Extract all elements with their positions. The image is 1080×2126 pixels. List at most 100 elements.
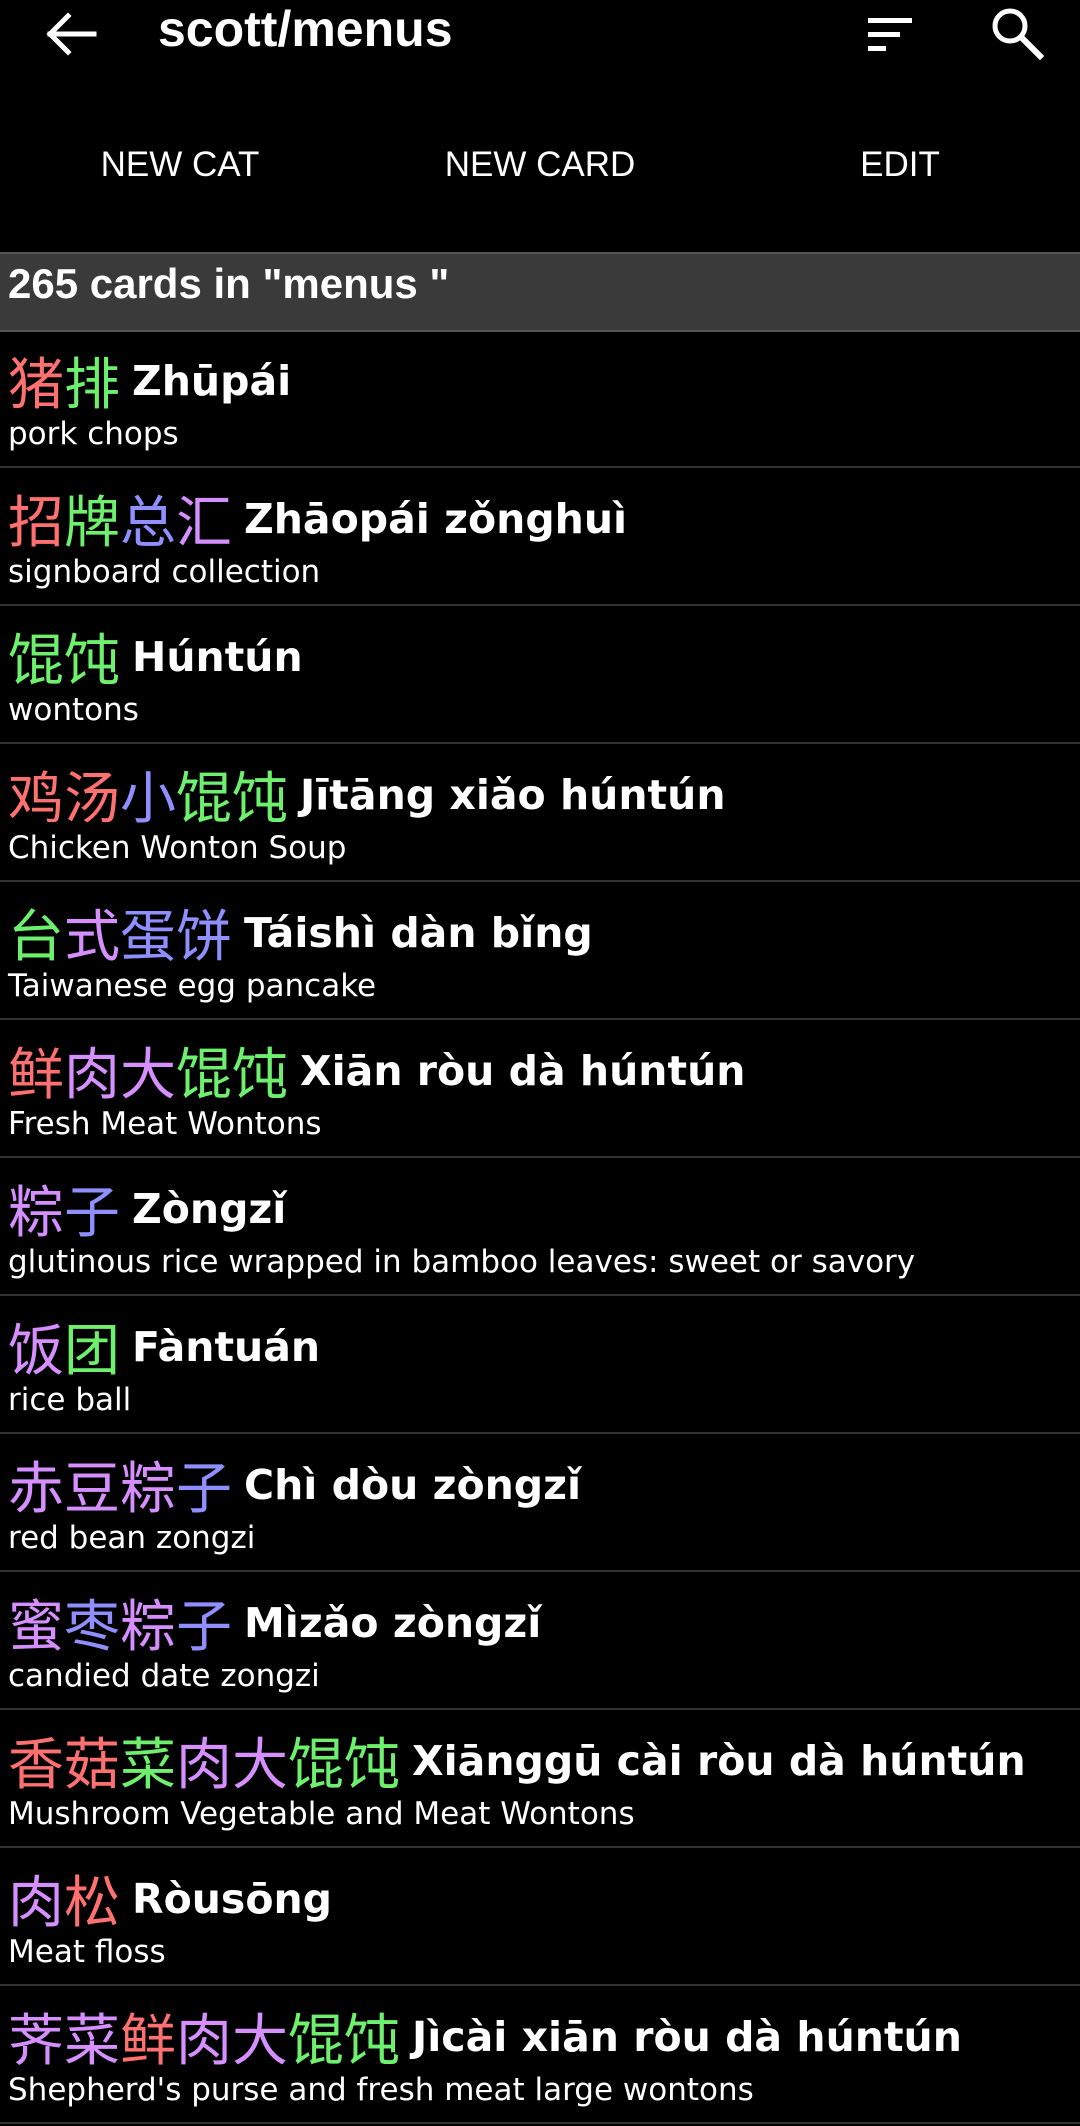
- card-headword: 鸡汤小馄饨 Jītāng xiǎo húntún: [8, 754, 726, 832]
- hanzi-character: 饨: [232, 767, 288, 832]
- hanzi-character: 馄: [176, 767, 232, 832]
- card-pinyin: Zòngzǐ: [132, 1184, 287, 1233]
- card-english: red bean zongzi: [8, 1520, 256, 1556]
- list-item[interactable]: 肉松 Ròusōng Meat floss: [0, 1848, 1080, 1986]
- list-item[interactable]: 饭团 Fàntuán rice ball: [0, 1296, 1080, 1434]
- card-pinyin: Xiān ròu dà húntún: [300, 1046, 746, 1095]
- list-item[interactable]: 馄饨 Húntún wontons: [0, 606, 1080, 744]
- hanzi-character: 饨: [344, 2009, 400, 2074]
- card-headword: 肉松 Ròusōng: [8, 1858, 333, 1936]
- hanzi-character: 粽: [8, 1181, 64, 1246]
- list-item[interactable]: 蜜枣粽子 Mìzǎo zòngzǐ candied date zongzi: [0, 1572, 1080, 1710]
- card-headword: 赤豆粽子 Chì dòu zòngzǐ: [8, 1444, 582, 1522]
- action-bar: NEW CAT NEW CARD EDIT: [0, 70, 1080, 252]
- hanzi-character: 团: [64, 1319, 120, 1384]
- card-headword: 粽子 Zòngzǐ: [8, 1168, 287, 1246]
- hanzi-character: 荠: [8, 2009, 64, 2074]
- list-item[interactable]: 台式蛋饼 Táishì dàn bǐng Taiwanese egg pancake: [0, 882, 1080, 1020]
- hanzi-character: 馄: [288, 2009, 344, 2074]
- hanzi-character: 猪: [8, 353, 64, 418]
- list-item[interactable]: 鲜肉大馄饨 Xiān ròu dà húntún Fresh Meat Wonton…: [0, 1020, 1080, 1158]
- hanzi-character: 鲜: [120, 2009, 176, 2074]
- list-item[interactable]: 招牌总汇 Zhāopái zǒnghuì signboard collection: [0, 468, 1080, 606]
- sort-button[interactable]: [858, 6, 922, 66]
- card-count-summary: 265 cards in "menus ": [8, 260, 450, 307]
- card-pinyin: Húntún: [132, 632, 303, 681]
- card-headword: 猪排 Zhūpái: [8, 340, 292, 418]
- hanzi-character: 肉: [176, 1733, 232, 1798]
- hanzi-character: 松: [64, 1871, 120, 1936]
- card-pinyin: Zhūpái: [132, 356, 292, 405]
- list-item[interactable]: 鸡汤小馄饨 Jītāng xiǎo húntún Chicken Wonton So…: [0, 744, 1080, 882]
- hanzi-character: 肉: [8, 1871, 64, 1936]
- hanzi-character: 招: [8, 491, 64, 556]
- card-english: Chicken Wonton Soup: [8, 830, 347, 866]
- sort-icon: [868, 18, 912, 51]
- hanzi-character: 枣: [64, 1595, 120, 1660]
- hanzi-character: 汇: [176, 491, 232, 556]
- search-icon: [992, 8, 1045, 61]
- hanzi-character: 饭: [8, 1319, 64, 1384]
- list-item[interactable]: 荠菜鲜肉大馄饨 Jìcài xiān ròu dà húntún Shepherd'…: [0, 1986, 1080, 2124]
- card-english: candied date zongzi: [8, 1658, 320, 1694]
- card-pinyin: Xiānggū cài ròu dà húntún: [412, 1736, 1026, 1785]
- page-title: scott/menus: [158, 1, 453, 57]
- card-headword: 饭团 Fàntuán: [8, 1306, 321, 1384]
- hanzi-character: 蜜: [8, 1595, 64, 1660]
- card-english: glutinous rice wrapped in bamboo leaves:…: [8, 1244, 916, 1280]
- hanzi-character: 鸡: [8, 767, 64, 832]
- hanzi-character: 大: [232, 1733, 288, 1798]
- list-item[interactable]: 赤豆粽子 Chì dòu zòngzǐ red bean zongzi: [0, 1434, 1080, 1572]
- back-button[interactable]: [40, 4, 104, 64]
- hanzi-character: 粽: [120, 1595, 176, 1660]
- hanzi-character: 馄: [8, 629, 64, 694]
- hanzi-character: 式: [64, 905, 120, 970]
- hanzi-character: 菜: [120, 1733, 176, 1798]
- card-pinyin: Ròusōng: [132, 1874, 333, 1923]
- card-headword: 蜜枣粽子 Mìzǎo zòngzǐ: [8, 1582, 542, 1660]
- card-headword: 荠菜鲜肉大馄饨 Jìcài xiān ròu dà húntún: [8, 1996, 962, 2074]
- list-header: 265 cards in "menus ": [0, 252, 1080, 332]
- hanzi-character: 大: [120, 1043, 176, 1108]
- list-item[interactable]: 粽子 Zòngzǐ glutinous rice wrapped in bamboo…: [0, 1158, 1080, 1296]
- new-cat-button[interactable]: NEW CAT: [80, 140, 280, 190]
- card-english: Fresh Meat Wontons: [8, 1106, 322, 1142]
- card-pinyin: Mìzǎo zòngzǐ: [244, 1598, 542, 1647]
- card-headword: 香菇菜肉大馄饨 Xiānggū cài ròu dà húntún: [8, 1720, 1026, 1798]
- hanzi-character: 饼: [176, 905, 232, 970]
- card-pinyin: Jìcài xiān ròu dà húntún: [412, 2012, 962, 2061]
- hanzi-character: 菇: [64, 1733, 120, 1798]
- new-card-button[interactable]: NEW CARD: [430, 140, 650, 190]
- hanzi-character: 汤: [64, 767, 120, 832]
- card-pinyin: Táishì dàn bǐng: [244, 908, 593, 957]
- hanzi-character: 大: [232, 2009, 288, 2074]
- hanzi-character: 总: [120, 491, 176, 556]
- list-item[interactable]: 香菇菜肉大馄饨 Xiānggū cài ròu dà húntún Mushroom…: [0, 1710, 1080, 1848]
- hanzi-character: 台: [8, 905, 64, 970]
- card-pinyin: Zhāopái zǒnghuì: [244, 494, 628, 543]
- card-pinyin: Fàntuán: [132, 1322, 321, 1371]
- edit-button[interactable]: EDIT: [840, 140, 960, 190]
- hanzi-character: 饨: [64, 629, 120, 694]
- list-item[interactable]: 猪排 Zhūpái pork chops: [0, 330, 1080, 468]
- hanzi-character: 赤: [8, 1457, 64, 1522]
- card-pinyin: Chì dòu zòngzǐ: [244, 1460, 582, 1509]
- hanzi-character: 馄: [288, 1733, 344, 1798]
- hanzi-character: 粽: [120, 1457, 176, 1522]
- card-headword: 招牌总汇 Zhāopái zǒnghuì: [8, 478, 628, 556]
- card-english: Taiwanese egg pancake: [8, 968, 377, 1004]
- hanzi-character: 肉: [176, 2009, 232, 2074]
- card-headword: 台式蛋饼 Táishì dàn bǐng: [8, 892, 593, 970]
- hanzi-character: 豆: [64, 1457, 120, 1522]
- app-bar: scott/menus: [0, 0, 1080, 70]
- card-headword: 馄饨 Húntún: [8, 616, 303, 694]
- card-english: pork chops: [8, 416, 179, 452]
- hanzi-character: 鲜: [8, 1043, 64, 1108]
- hanzi-character: 子: [176, 1457, 232, 1522]
- hanzi-character: 香: [8, 1733, 64, 1798]
- hanzi-character: 子: [64, 1181, 120, 1246]
- search-button[interactable]: [984, 0, 1048, 64]
- card-headword: 鲜肉大馄饨 Xiān ròu dà húntún: [8, 1030, 746, 1108]
- card-list[interactable]: 猪排 Zhūpái pork chops 招牌总汇 Zhāopái zǒnghuì sig…: [0, 330, 1080, 2124]
- card-english: rice ball: [8, 1382, 132, 1418]
